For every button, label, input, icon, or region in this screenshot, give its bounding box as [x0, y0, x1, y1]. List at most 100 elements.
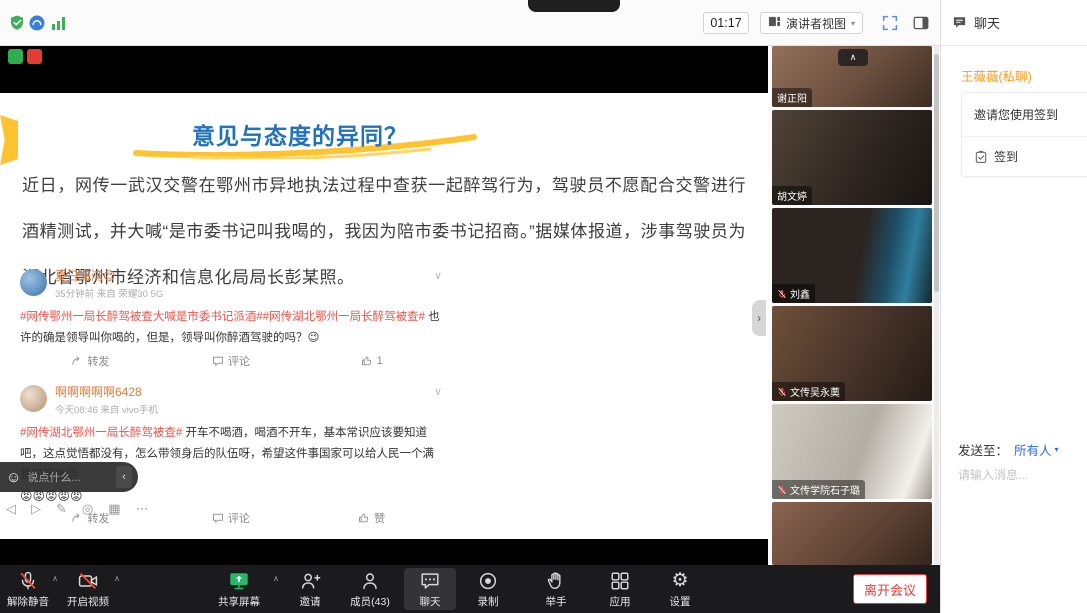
- slide-title: 意见与态度的异同？: [0, 117, 600, 151]
- mic-options-chevron-icon[interactable]: ∧: [52, 574, 58, 583]
- strip-scroll-up-button[interactable]: ∧: [838, 49, 868, 66]
- annotate-pencil-icon: ✎: [56, 501, 67, 517]
- strip-scrollbar-thumb[interactable]: [934, 54, 939, 292]
- laser-pointer-icon: ◎: [82, 501, 93, 517]
- invite-label: 邀请: [300, 594, 321, 609]
- chat-message-input[interactable]: [958, 468, 1080, 482]
- record-button[interactable]: 录制: [462, 568, 514, 610]
- chat-button[interactable]: 聊天: [404, 568, 456, 610]
- mic-muted-icon: [777, 387, 787, 397]
- participant-name: 谢正阳: [777, 90, 807, 105]
- chat-label: 聊天: [420, 594, 441, 609]
- participant-video[interactable]: 文传学院石子璐: [772, 404, 932, 499]
- apps-grid-icon: [609, 570, 631, 592]
- chat-message: 邀请您使用签到: [962, 93, 1087, 137]
- participant-video[interactable]: [772, 502, 932, 565]
- unmute-button[interactable]: 解除静音 ∧: [2, 568, 54, 610]
- shared-screen: 意见与态度的异同？ 近日，网传一武汉交警在鄂州市异地执法过程中查获一起醉驾行为，…: [0, 46, 768, 565]
- chat-sender: 王薇薇(私聊): [961, 66, 1032, 85]
- meeting-timer-value: 01:17: [710, 16, 741, 30]
- meeting-window: 01:17 演讲者视图 ▾ 意见与态度的异同？ 近日，网传一武汉交警在鄂州市异地…: [0, 0, 1087, 613]
- collapsed-control-bar[interactable]: [528, 0, 620, 12]
- chat-panel: 聊天 王薇薇(私聊) 邀请您使用签到 签到 发送至： 所有人 ▾: [940, 0, 1087, 613]
- danmaku-placeholder: 说点什么...: [27, 469, 110, 485]
- smiley-icon: ☺: [6, 469, 21, 486]
- comment-icon: [212, 512, 224, 524]
- layout-toggle-icon[interactable]: [912, 14, 930, 37]
- send-to-label: 发送至：: [958, 440, 1008, 459]
- participant-video[interactable]: 文传吴永薁: [772, 306, 932, 401]
- slide-play-icon: ▷: [31, 501, 41, 517]
- comment-label: 评论: [228, 510, 250, 526]
- post-hashtags: #网传湖北鄂州一局长醉驾被查#: [20, 427, 182, 439]
- meeting-timer: 01:17: [703, 12, 749, 34]
- fullscreen-icon[interactable]: [881, 14, 899, 37]
- members-button[interactable]: 成员(43): [340, 568, 400, 610]
- video-strip: ∧ 谢正阳 胡文婷 刘鑫 文传吴永薁 文传学院石子璐: [768, 46, 940, 565]
- settings-button[interactable]: ⚙ 设置: [652, 568, 708, 610]
- like-action: 赞: [301, 510, 442, 526]
- send-to-row: 发送至： 所有人 ▾: [958, 440, 1059, 459]
- raise-hand-label: 举手: [546, 594, 567, 609]
- shared-tab-icon-red: [27, 49, 42, 64]
- checkin-clipboard-icon: [974, 150, 988, 164]
- like-action: 1: [301, 353, 442, 369]
- like-count: 1: [377, 355, 383, 367]
- signin-label: 签到: [994, 148, 1018, 165]
- protection-icon[interactable]: [28, 14, 46, 37]
- microphone-muted-icon: [17, 570, 39, 592]
- network-signal-icon[interactable]: [51, 15, 67, 36]
- avatar: [20, 385, 47, 412]
- bottom-toolbar: 解除静音 ∧ 开启视频 ∧ 共享屏幕 ∧ 邀请 成员(43) 聊天 录制: [0, 565, 940, 613]
- post-source: 来源：微博: [20, 538, 442, 539]
- weibo-posts: 夏日海湾😍 35分钟前 来自 荣耀30 5G ∨ #网传鄂州一局长醉驾被查大喊是…: [20, 269, 442, 539]
- presenter-tools: ◁ ▷ ✎ ◎ ▦ ⋯: [6, 501, 149, 517]
- caret-down-icon: ▾: [851, 19, 855, 28]
- video-strip-collapse-handle[interactable]: ›: [752, 300, 766, 336]
- security-shield-icon[interactable]: [8, 14, 26, 37]
- slide-prev-icon: ◁: [6, 501, 16, 517]
- presentation-slide: 意见与态度的异同？ 近日，网传一武汉交警在鄂州市异地执法过程中查获一起醉驾行为，…: [0, 93, 768, 539]
- start-video-button[interactable]: 开启视频 ∧: [60, 568, 116, 610]
- apps-label: 应用: [610, 594, 631, 609]
- post-meta: 今天08:46 来自 vivo手机: [55, 402, 158, 416]
- mic-muted-icon: [777, 485, 787, 495]
- record-label: 录制: [478, 594, 499, 609]
- signin-button[interactable]: 签到: [962, 137, 1087, 176]
- top-bar: 01:17 演讲者视图 ▾: [0, 0, 940, 46]
- participant-name: 胡文婷: [777, 188, 807, 203]
- strip-scrollbar[interactable]: [934, 46, 939, 565]
- comment-label: 评论: [228, 353, 250, 369]
- video-options-chevron-icon[interactable]: ∧: [114, 574, 120, 583]
- share-action: 转发: [20, 353, 161, 369]
- members-icon: [359, 570, 381, 592]
- invite-button[interactable]: 邀请: [284, 568, 336, 610]
- participant-video[interactable]: 胡文婷: [772, 110, 932, 205]
- share-icon: [71, 355, 83, 367]
- leave-meeting-label: 离开会议: [864, 580, 916, 599]
- record-icon: [477, 570, 499, 592]
- share-screen-icon: [227, 570, 251, 592]
- share-options-chevron-icon[interactable]: ∧: [273, 574, 279, 583]
- raise-hand-icon: [545, 570, 567, 592]
- participant-video[interactable]: 刘鑫: [772, 208, 932, 303]
- raise-hand-button[interactable]: 举手: [528, 568, 584, 610]
- unmute-label: 解除静音: [7, 594, 49, 609]
- send-to-selector[interactable]: 所有人 ▾: [1014, 440, 1059, 459]
- camera-off-icon: [77, 570, 99, 592]
- apps-button[interactable]: 应用: [592, 568, 648, 610]
- post-meta: 35分钟前 来自 荣耀30 5G: [55, 286, 163, 300]
- grid-tool-icon: ▦: [108, 501, 120, 517]
- chevron-up-icon: ∧: [850, 52, 857, 63]
- invite-person-icon: [299, 570, 321, 592]
- chat-header: 聊天: [941, 0, 1087, 46]
- leave-meeting-button[interactable]: 离开会议: [853, 574, 927, 604]
- participant-name: 文传吴永薁: [790, 384, 840, 399]
- share-screen-button[interactable]: 共享屏幕 ∧: [203, 568, 275, 610]
- mic-muted-icon: [777, 289, 787, 299]
- like-label: 赞: [374, 510, 385, 526]
- chevron-down-icon: ∨: [434, 269, 442, 282]
- participant-name: 刘鑫: [790, 286, 810, 301]
- view-mode-selector[interactable]: 演讲者视图 ▾: [760, 12, 863, 34]
- share-label: 转发: [87, 353, 109, 369]
